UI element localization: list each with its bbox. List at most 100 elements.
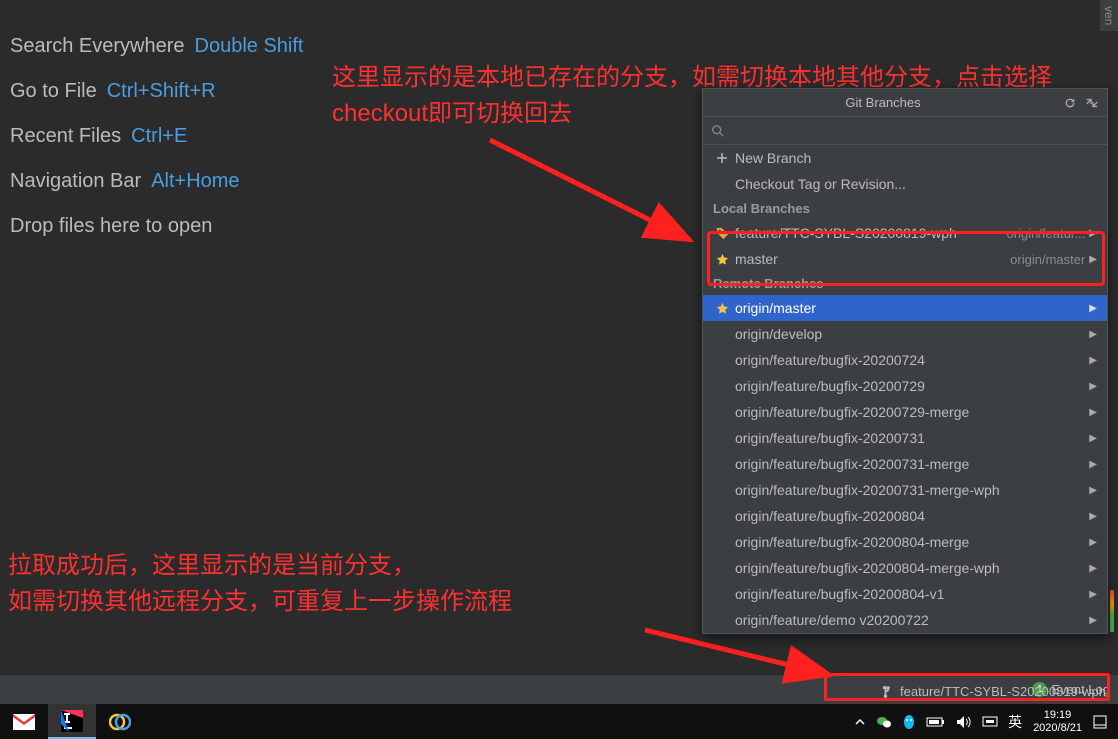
branch-item[interactable]: origin/master▶ (703, 295, 1107, 321)
hint-goto-file: Go to File Ctrl+Shift+R (10, 80, 304, 103)
branch-name: origin/feature/bugfix-20200804-v1 (735, 586, 1089, 602)
branch-name: origin/feature/bugfix-20200731-merge-wph (735, 482, 1089, 498)
chevron-right-icon: ▶ (1089, 381, 1097, 392)
branch-item[interactable]: origin/feature/bugfix-20200731-merge▶ (703, 451, 1107, 477)
new-branch-action[interactable]: New Branch (703, 145, 1107, 171)
annotation-arrow-icon (480, 130, 710, 260)
annotation-current-branch: 拉取成功后，这里显示的是当前分支， 如需切换其他远程分支，可重复上一步操作流程 (8, 548, 688, 620)
welcome-hints: Search Everywhere Double Shift Go to Fil… (10, 35, 304, 260)
tray-date: 2020/8/21 (1033, 722, 1082, 734)
menu-label: Checkout Tag or Revision... (735, 176, 1097, 192)
tag-icon (713, 227, 731, 240)
hint-shortcut: Double Shift (195, 35, 304, 58)
git-branch-icon (882, 685, 896, 699)
branch-name: origin/feature/demo v20200722 (735, 612, 1089, 628)
tray-qq-icon[interactable] (902, 714, 916, 730)
branch-name: origin/master (735, 300, 1089, 316)
menu-label: New Branch (735, 150, 1097, 166)
current-branch-name: feature/TTC-SYBL-S20200819-wph (900, 684, 1106, 699)
branch-item[interactable]: origin/feature/bugfix-20200731▶ (703, 425, 1107, 451)
chevron-right-icon: ▶ (1089, 485, 1097, 496)
chevron-right-icon: ▶ (1089, 537, 1097, 548)
branch-item[interactable]: origin/feature/bugfix-20200731-merge-wph… (703, 477, 1107, 503)
branch-item[interactable]: origin/feature/bugfix-20200729-merge▶ (703, 399, 1107, 425)
branch-item[interactable]: origin/feature/bugfix-20200804-merge-wph… (703, 555, 1107, 581)
tray-clock[interactable]: 19:19 2020/8/21 (1033, 709, 1082, 733)
chevron-right-icon: ▶ (1089, 303, 1097, 314)
chevron-right-icon: ▶ (1089, 407, 1097, 418)
branch-name: master (735, 251, 1010, 267)
hint-label: Go to File (10, 80, 97, 103)
branch-name: origin/feature/bugfix-20200729 (735, 378, 1089, 394)
tracking-branch: origin/featur... (1007, 226, 1086, 241)
system-tray: 英 19:19 2020/8/21 (843, 704, 1118, 739)
chevron-right-icon: ▶ (1089, 589, 1097, 600)
tray-battery-icon[interactable] (926, 716, 946, 728)
chevron-right-icon: ▶ (1089, 228, 1097, 239)
git-branches-popup: Git Branches New Branch Checkout Tag or … (702, 88, 1108, 634)
hint-navigation-bar: Navigation Bar Alt+Home (10, 170, 304, 193)
branch-item[interactable]: feature/TTC-SYBL-S20200819-wphorigin/fea… (703, 220, 1107, 246)
hint-label: Recent Files (10, 125, 121, 148)
chevron-right-icon: ▶ (1089, 615, 1097, 626)
chevron-right-icon: ▶ (1089, 329, 1097, 340)
tray-ime-indicator[interactable]: 英 (1008, 712, 1022, 732)
search-icon (711, 124, 725, 138)
hint-shortcut: Alt+Home (151, 170, 239, 193)
tray-volume-icon[interactable] (956, 715, 972, 729)
hint-shortcut: Ctrl+E (131, 125, 187, 148)
tray-chevron-up-icon[interactable] (854, 716, 866, 728)
maven-toolwindow-tab[interactable]: ven (1100, 0, 1118, 31)
hint-search-everywhere: Search Everywhere Double Shift (10, 35, 304, 58)
branch-name: origin/feature/bugfix-20200804-merge (735, 534, 1089, 550)
expand-icon[interactable] (1083, 94, 1101, 112)
plus-icon (713, 152, 731, 164)
checkout-tag-action[interactable]: Checkout Tag or Revision... (703, 171, 1107, 197)
branch-item[interactable]: origin/feature/bugfix-20200804-merge▶ (703, 529, 1107, 555)
star-icon (713, 302, 731, 315)
branch-name: origin/feature/bugfix-20200731-merge (735, 456, 1089, 472)
taskbar-browser-button[interactable] (96, 704, 144, 739)
tray-notifications-icon[interactable] (1093, 715, 1107, 729)
local-branches-header: Local Branches (703, 197, 1107, 220)
popup-header: Git Branches (703, 89, 1107, 117)
tray-wechat-icon[interactable] (876, 715, 892, 729)
hint-recent-files: Recent Files Ctrl+E (10, 125, 304, 148)
git-branch-widget[interactable]: feature/TTC-SYBL-S20200819-wph (882, 684, 1106, 699)
tray-network-icon[interactable] (982, 715, 998, 729)
taskbar-intellij-button[interactable] (48, 704, 96, 739)
chevron-right-icon: ▶ (1089, 254, 1097, 265)
branch-item[interactable]: origin/feature/bugfix-20200729▶ (703, 373, 1107, 399)
branch-name: origin/feature/bugfix-20200724 (735, 352, 1089, 368)
hint-shortcut: Ctrl+Shift+R (107, 80, 216, 103)
hint-label: Search Everywhere (10, 35, 185, 58)
popup-search-row[interactable] (703, 117, 1107, 145)
tray-time: 19:19 (1044, 709, 1072, 721)
windows-taskbar: 英 19:19 2020/8/21 (0, 704, 1118, 739)
branch-item[interactable]: origin/feature/bugfix-20200724▶ (703, 347, 1107, 373)
branch-name: feature/TTC-SYBL-S20200819-wph (735, 225, 1007, 241)
branch-name: origin/feature/bugfix-20200804 (735, 508, 1089, 524)
refresh-icon[interactable] (1061, 94, 1079, 112)
branch-name: origin/develop (735, 326, 1089, 342)
branch-name: origin/feature/bugfix-20200729-merge (735, 404, 1089, 420)
taskbar-gmail-button[interactable] (0, 704, 48, 739)
chevron-right-icon: ▶ (1089, 563, 1097, 574)
chevron-right-icon: ▶ (1089, 511, 1097, 522)
hint-drop-files: Drop files here to open (10, 215, 304, 238)
branch-item[interactable]: origin/develop▶ (703, 321, 1107, 347)
remote-branches-header: Remote Branches (703, 272, 1107, 295)
branch-name: origin/feature/bugfix-20200731 (735, 430, 1089, 446)
popup-title: Git Branches (709, 95, 1057, 110)
branch-item[interactable]: origin/feature/demo v20200722▶ (703, 607, 1107, 633)
branch-item[interactable]: origin/feature/bugfix-20200804-v1▶ (703, 581, 1107, 607)
branch-item[interactable]: origin/feature/bugfix-20200804▶ (703, 503, 1107, 529)
hint-label: Drop files here to open (10, 215, 212, 238)
hint-label: Navigation Bar (10, 170, 141, 193)
star-icon (713, 253, 731, 266)
chevron-right-icon: ▶ (1089, 355, 1097, 366)
chevron-right-icon: ▶ (1089, 433, 1097, 444)
chevron-right-icon: ▶ (1089, 459, 1097, 470)
tracking-branch: origin/master (1010, 252, 1085, 267)
branch-item[interactable]: masterorigin/master ▶ (703, 246, 1107, 272)
